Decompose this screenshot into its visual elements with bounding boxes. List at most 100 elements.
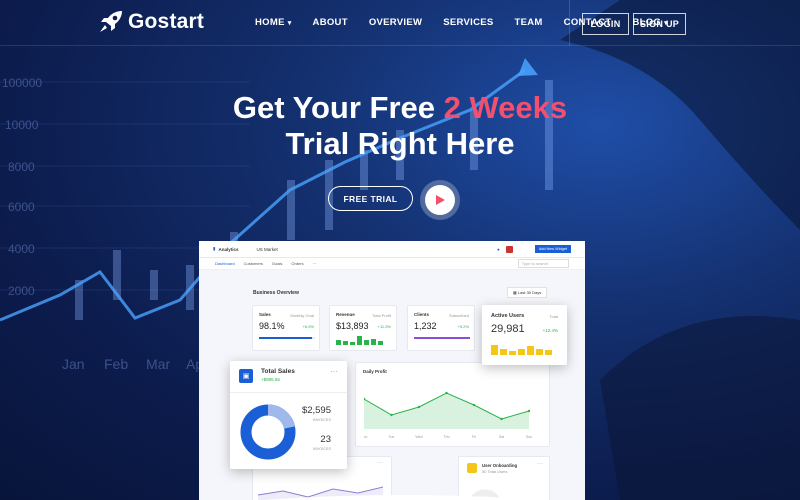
kpi-card-sales[interactable]: Sales Monthly Goal 98.1% +6.9% <box>252 305 320 351</box>
kpi-change: +5.2% <box>457 324 469 329</box>
nav-about[interactable]: ABOUT <box>313 17 348 28</box>
app-name: Analytics <box>218 246 239 252</box>
nav-team-label: TEAM <box>514 17 543 28</box>
bg-y-label: 6000 <box>8 200 35 214</box>
total-sales-sub: +$985.56 <box>261 377 280 382</box>
profit-area <box>364 393 529 429</box>
search-input[interactable]: Type to search <box>517 259 569 268</box>
divider <box>230 392 347 393</box>
revenue-mini-bars <box>336 336 383 345</box>
section-title: Business Overview <box>253 290 299 296</box>
kpi-card-revenue[interactable]: Revenue Total Profit $13,893 +11.3% <box>329 305 397 351</box>
header-divider <box>569 0 570 46</box>
kpi-change: +11.3% <box>377 324 391 329</box>
profit-point <box>500 417 503 421</box>
headline-line1: Get Your Free <box>232 90 444 125</box>
brand-name: Gostart <box>128 10 205 33</box>
dashboard-topbar: ▮ Analytics US Market ● Add New Widget <box>199 241 585 258</box>
daily-profit-card[interactable]: Daily Profit Mon Tue Wed Thu Fri Sat Sun <box>355 362 550 447</box>
analytics-icon: ▮ <box>213 246 216 251</box>
login-button[interactable]: LOGIN <box>582 13 629 35</box>
free-trial-button[interactable]: FREE TRIAL <box>328 186 413 211</box>
nav-services-label: SERVICES <box>443 17 494 28</box>
tab-dashboard[interactable]: Dashboard <box>215 261 235 266</box>
hero-headline: Get Your Free 2 Weeks Trial Right Here <box>0 90 800 162</box>
kpi-value: $13,893 <box>336 321 369 331</box>
bg-y-label: 100000 <box>2 76 43 90</box>
active-users-bars <box>491 345 552 355</box>
kpi-value: 98.1% <box>259 321 285 331</box>
date-filter-label: Last 30 Days <box>517 290 542 295</box>
profit-x-label: Thu <box>443 435 449 439</box>
bg-y-label: 2000 <box>8 284 35 298</box>
notification-icon[interactable]: ● <box>497 247 500 252</box>
kpi-label: Clients <box>414 312 430 317</box>
kpi-change: +6.9% <box>302 324 314 329</box>
total-sales-title: Total Sales <box>261 368 295 375</box>
bg-x-label: Feb <box>104 356 129 372</box>
profit-x-label: Wed <box>415 435 422 439</box>
profit-x-label: Fri <box>472 435 476 439</box>
more-icon[interactable]: ··· <box>377 460 383 466</box>
daily-profit-title: Daily Profit <box>363 369 387 374</box>
profit-point <box>527 409 531 413</box>
logo[interactable]: Gostart <box>98 10 204 34</box>
headline-line2: Trial Right Here <box>285 126 515 161</box>
signup-button[interactable]: SIGN UP <box>633 13 686 35</box>
bg-x-label: Mar <box>146 356 171 372</box>
kpi-label: Sales <box>259 312 271 317</box>
nav-team[interactable]: TEAM <box>515 17 543 28</box>
kpi-sub: Subscribed <box>448 313 469 318</box>
total-sales-count: 23 <box>320 434 331 445</box>
tab-customers[interactable]: Customers <box>244 261 263 266</box>
profit-x-label: Tue <box>389 435 395 439</box>
add-widget-button[interactable]: Add New Widget <box>534 245 571 253</box>
rocket-icon <box>100 11 122 32</box>
total-sales-donut <box>240 404 296 460</box>
kpi-card-clients[interactable]: Clients Subscribed 1,232 +5.2% <box>407 305 475 351</box>
progress-fill <box>259 337 313 339</box>
market-select[interactable]: US Market <box>257 247 278 252</box>
tab-goals[interactable]: Goals <box>272 261 282 266</box>
total-sales-amount: $2,595 <box>301 405 331 416</box>
bg-y-label: 8000 <box>8 160 35 174</box>
bg-x-label: Jan <box>62 356 85 372</box>
more-icon[interactable]: ··· <box>537 461 543 467</box>
bg-y-label: 4000 <box>8 242 35 256</box>
onboarding-sub: 50 Total Users <box>482 469 508 474</box>
play-video-button[interactable] <box>420 180 460 220</box>
nav-overview-label: OVERVIEW <box>368 17 423 28</box>
total-sales-card[interactable]: ▣ Total Sales +$985.56 ··· $2,595 INVOIC… <box>230 361 347 469</box>
active-users-change: +12.4% <box>542 328 558 333</box>
bottom-curve <box>262 495 544 500</box>
total-sales-amount-label: INVOICES <box>312 418 331 422</box>
total-sales-count-label: INVOICES <box>312 447 331 451</box>
nav-overview[interactable]: OVERVIEW <box>369 17 422 28</box>
date-filter[interactable]: ▦ Last 30 Days <box>507 287 548 298</box>
kpi-value: 1,232 <box>414 321 437 331</box>
progress-bar <box>259 337 315 339</box>
avatar[interactable] <box>505 245 513 253</box>
active-users-card[interactable]: Active Users Total 29,981 +12.4% <box>482 305 567 365</box>
hero-section: 100000 10000 8000 6000 4000 2000 Jan Feb… <box>0 0 800 500</box>
active-users-value: 29,981 <box>491 323 525 335</box>
nav-home[interactable]: HOME ▾ <box>255 17 292 28</box>
dashboard-tabs: Dashboard Customers Goals Orders ··· Typ… <box>199 258 585 270</box>
nav-home-label: HOME <box>255 17 285 28</box>
profit-point <box>417 405 421 409</box>
kpi-sub: Monthly Goal <box>290 313 314 318</box>
onboarding-title: User Onboarding <box>482 463 518 468</box>
kpi-label: Revenue <box>336 312 355 317</box>
chevron-down-icon: ▾ <box>287 19 292 27</box>
more-icon[interactable]: ··· <box>330 367 338 376</box>
profit-x-label: Mon <box>364 435 367 439</box>
kpi-sub: Total Profit <box>372 313 391 318</box>
profit-point <box>445 391 448 395</box>
headline-accent: 2 Weeks <box>443 90 568 125</box>
play-icon <box>436 195 445 205</box>
user-icon <box>467 463 477 473</box>
more-icon[interactable]: ··· <box>313 261 317 266</box>
profit-point <box>390 413 393 417</box>
tab-orders[interactable]: Orders <box>291 261 303 266</box>
nav-services[interactable]: SERVICES <box>443 17 493 28</box>
